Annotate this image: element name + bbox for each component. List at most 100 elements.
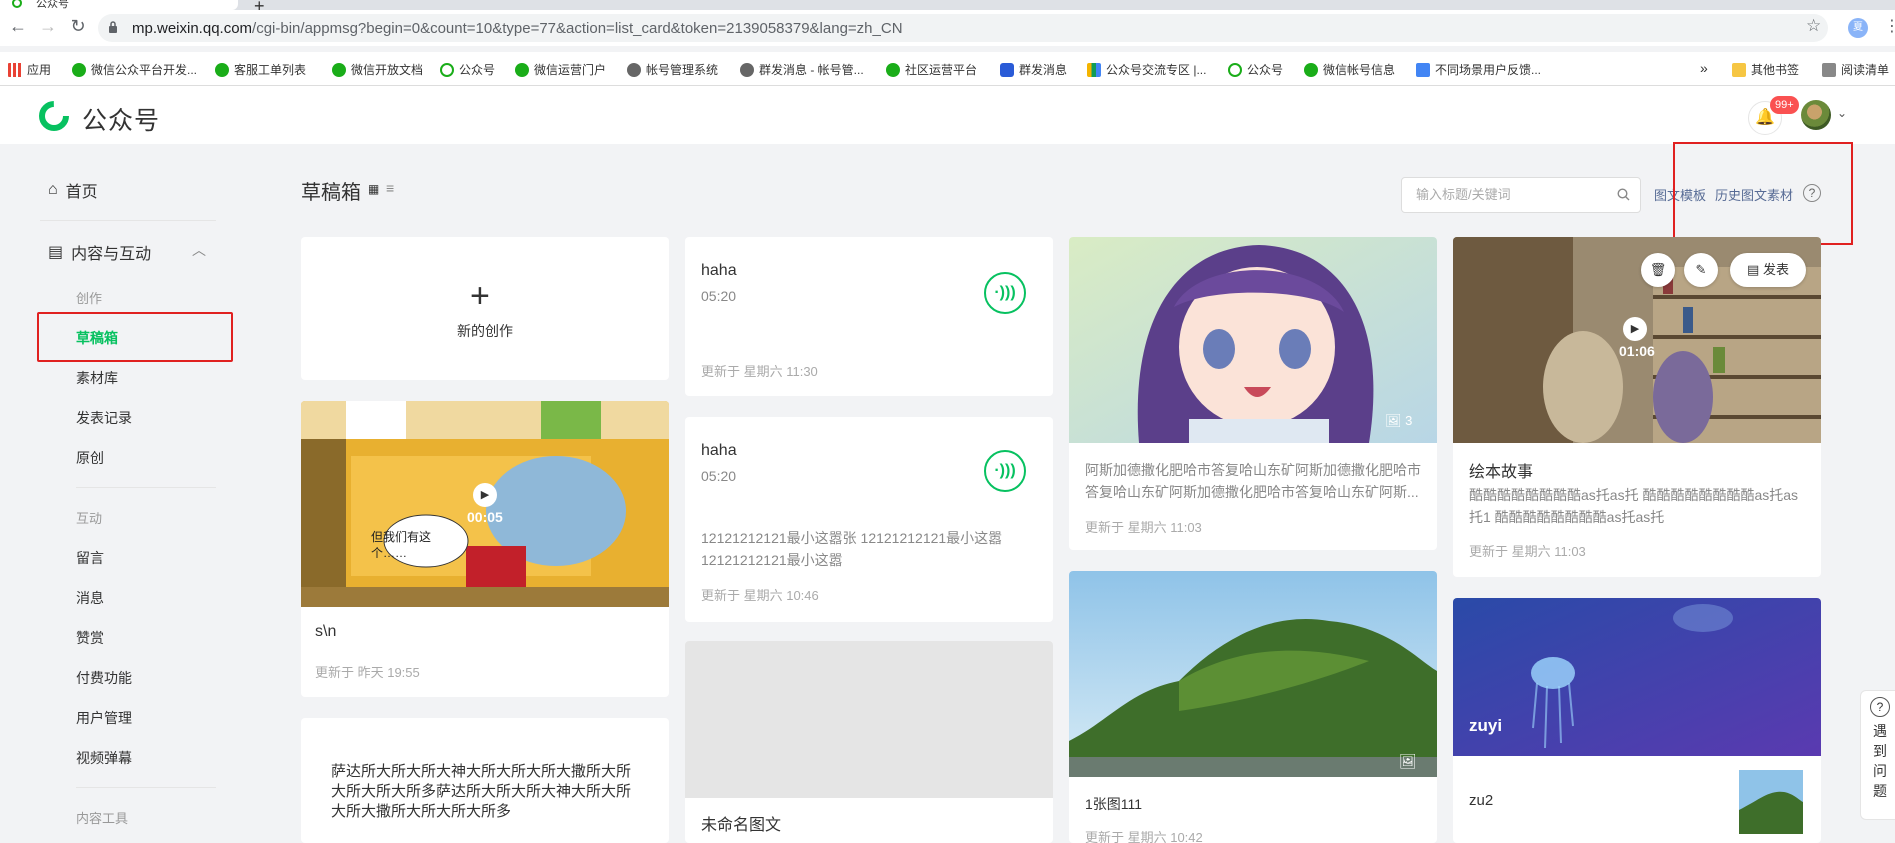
bookmark-item[interactable]: 帐号管理系统 bbox=[627, 61, 718, 78]
other-bookmarks[interactable]: 其他书签 bbox=[1732, 61, 1799, 78]
draft-card[interactable]: 未命名图文 bbox=[685, 641, 1053, 843]
bookmark-item[interactable]: 公众号 bbox=[440, 61, 495, 78]
bookmark-item[interactable]: 公众号 bbox=[1228, 61, 1283, 78]
sidebar-item-users[interactable]: 用户管理 bbox=[76, 708, 132, 728]
search-icon[interactable] bbox=[1617, 188, 1630, 201]
back-icon[interactable]: ← bbox=[8, 16, 28, 36]
reload-icon[interactable]: ↻ bbox=[68, 16, 88, 36]
comic-bubble-text: 但我们有这个…… bbox=[371, 530, 432, 560]
new-creation-label: 新的创作 bbox=[457, 323, 513, 339]
image-draft-card[interactable]: 🖼 1张图111 更新于 星期六 10:42 bbox=[1069, 571, 1437, 843]
bookmark-item[interactable]: 微信运营门户 bbox=[515, 61, 606, 78]
bookmark-item[interactable]: 微信开放文档 bbox=[332, 61, 423, 78]
card-title: haha bbox=[701, 442, 737, 459]
notification-badge: 99+ bbox=[1770, 96, 1799, 114]
audio-icon[interactable]: ·))) bbox=[984, 450, 1026, 492]
jellyfish-cover bbox=[1453, 598, 1821, 756]
sidebar-section-interact: 互动 bbox=[76, 511, 103, 526]
annotation-highlight bbox=[37, 312, 233, 362]
sidebar-item-messages[interactable]: 消息 bbox=[76, 588, 104, 608]
url-text[interactable]: mp.weixin.qq.com/cgi-bin/appmsg?begin=0&… bbox=[132, 20, 903, 37]
card-title: 绘本故事 bbox=[1469, 464, 1534, 481]
image-icon: 🖼 bbox=[1399, 753, 1417, 769]
audio-draft-card[interactable]: haha 05:20 ·))) 更新于 星期六 11:30 bbox=[685, 237, 1053, 396]
reading-list[interactable]: 阅读清单 bbox=[1822, 61, 1889, 78]
delete-icon[interactable]: 🗑 bbox=[1641, 253, 1675, 287]
multi-article-draft-card[interactable]: zuyi zu2 bbox=[1453, 598, 1821, 843]
bookmark-item[interactable]: 不同场景用户反馈... bbox=[1416, 61, 1541, 78]
folder-icon bbox=[1732, 62, 1746, 77]
wechat-icon bbox=[72, 62, 86, 77]
card-desc: 酷酷酷酷酷酷酷酷as托as托 酷酷酷酷酷酷酷酷as托as托1 酷酷酷酷酷酷酷酷a… bbox=[1469, 487, 1799, 525]
grid-icon bbox=[1087, 62, 1101, 77]
anime-thumbnail bbox=[1069, 237, 1437, 443]
sidebar-section-create: 创作 bbox=[76, 291, 103, 306]
bookmark-item[interactable]: 应用 bbox=[8, 61, 51, 78]
annotation-highlight bbox=[1673, 142, 1853, 245]
lock-icon bbox=[109, 21, 117, 33]
grid-view-icon[interactable]: ▦ bbox=[368, 182, 379, 196]
sidebar-item-comments[interactable]: 留言 bbox=[76, 548, 104, 568]
chevron-up-icon[interactable]: ︿ bbox=[192, 240, 206, 260]
sidebar-item-paid[interactable]: 付费功能 bbox=[76, 668, 132, 688]
divider bbox=[76, 487, 216, 488]
sidebar-item-publish-records[interactable]: 发表记录 bbox=[76, 408, 132, 428]
wechat-icon bbox=[886, 62, 900, 77]
float-help-label: 遇到问题 bbox=[1873, 723, 1887, 799]
bookmark-item[interactable]: 社区运营平台 bbox=[886, 61, 977, 78]
profile-avatar[interactable]: 夏 bbox=[1848, 18, 1868, 38]
audio-icon[interactable]: ·))) bbox=[984, 272, 1026, 314]
play-icon[interactable]: ▶ bbox=[1623, 317, 1647, 341]
bookmark-item[interactable]: 微信公众平台开发... bbox=[72, 61, 197, 78]
card-text: 萨达所大所大所大神大所大所大所大撒所大所大所大所大所多萨达所大所大所大神大所大所… bbox=[331, 763, 632, 820]
publish-icon: ▤ bbox=[1747, 262, 1760, 277]
bookmark-star-icon[interactable]: ☆ bbox=[1806, 16, 1821, 36]
card-updated: 更新于 星期六 11:03 bbox=[1469, 544, 1586, 559]
card-updated: 更新于 星期六 11:30 bbox=[701, 364, 818, 379]
chevron-down-icon[interactable]: ⌄ bbox=[1837, 106, 1847, 120]
bookmark-item[interactable]: 微信帐号信息 bbox=[1304, 61, 1395, 78]
gzh-logo-icon bbox=[39, 101, 69, 131]
browser-tabstrip: 公众号 + bbox=[0, 0, 1895, 16]
list-view-icon[interactable]: ≡ bbox=[386, 180, 394, 196]
browser-menu-icon[interactable]: ⋮ bbox=[1884, 16, 1895, 36]
draft-card[interactable]: 但我们有这个…… ▶ 00:05 s\n 更新于 昨天 19:55 bbox=[301, 401, 669, 697]
bookmark-item[interactable]: 群发消息 - 帐号管... bbox=[740, 61, 864, 78]
globe-icon bbox=[627, 62, 641, 77]
bookmark-item[interactable]: 客服工单列表 bbox=[215, 61, 306, 78]
logo-text[interactable]: 公众号 bbox=[82, 101, 160, 137]
bookmark-item[interactable]: 公众号交流专区 |... bbox=[1087, 61, 1206, 78]
bookmark-item[interactable]: 群发消息 bbox=[1000, 61, 1067, 78]
draft-card[interactable]: 萨达所大所大所大神大所大所大所大撒所大所大所大所大所多萨达所大所大所大神大所大所… bbox=[301, 718, 669, 843]
edit-icon[interactable]: ✎ bbox=[1684, 253, 1718, 287]
image-draft-card[interactable]: 🖼 3 阿斯加德撒化肥哈市答复哈山东矿阿斯加德撒化肥哈市答复哈山东矿阿斯加德撒化… bbox=[1069, 237, 1437, 550]
video-duration: 00:05 bbox=[467, 509, 503, 525]
bookmarks-more-icon[interactable]: » bbox=[1700, 60, 1708, 76]
sidebar-group-content[interactable]: ▤ 内容与互动 bbox=[48, 240, 151, 264]
browser-tab[interactable]: 公众号 bbox=[0, 0, 238, 10]
document-icon: ▤ bbox=[48, 244, 64, 261]
sidebar-item-reward[interactable]: 赞赏 bbox=[76, 628, 104, 648]
sub-article-title: zu2 bbox=[1469, 792, 1494, 809]
island-thumbnail bbox=[1069, 571, 1437, 777]
account-avatar[interactable] bbox=[1801, 100, 1831, 130]
help-icon: ? bbox=[1870, 697, 1890, 717]
sub-article-thumbnail bbox=[1739, 770, 1803, 834]
search-input[interactable] bbox=[1416, 187, 1606, 202]
float-help-button[interactable]: ? 遇到问题 bbox=[1860, 690, 1895, 820]
sidebar-item-home[interactable]: ⌂ 首页 bbox=[48, 178, 98, 202]
forward-icon[interactable]: → bbox=[38, 16, 58, 36]
image-count: 🖼 3 bbox=[1385, 413, 1413, 428]
search-box[interactable] bbox=[1401, 177, 1641, 213]
audio-draft-card[interactable]: haha 05:20 ·))) 12121212121最小这嚣张 1212121… bbox=[685, 417, 1053, 622]
mp-header bbox=[0, 86, 1895, 144]
divider bbox=[40, 220, 216, 221]
publish-button[interactable]: ▤ 发表 bbox=[1730, 253, 1806, 287]
sidebar-item-original[interactable]: 原创 bbox=[76, 448, 104, 468]
sidebar-item-library[interactable]: 素材库 bbox=[76, 368, 118, 388]
play-icon[interactable]: ▶ bbox=[473, 483, 497, 507]
sidebar-item-danmaku[interactable]: 视频弹幕 bbox=[76, 748, 132, 768]
new-creation-card[interactable]: + 新的创作 bbox=[301, 237, 669, 380]
video-draft-card[interactable]: ▶ 01:06 绘本故事 酷酷酷酷酷酷酷酷as托as托 酷酷酷酷酷酷酷酷as托a… bbox=[1453, 237, 1821, 577]
card-updated: 更新于 星期六 10:46 bbox=[701, 588, 819, 603]
